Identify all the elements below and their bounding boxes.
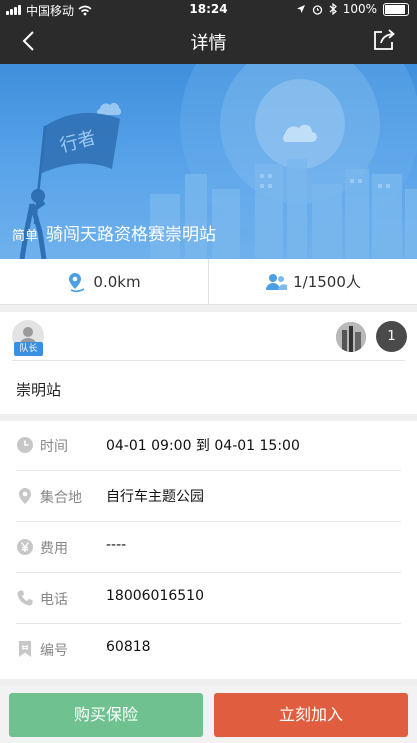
detail-label: 费用 [40, 541, 68, 557]
detail-value: 60818 [106, 639, 151, 655]
detail-label: 电话 [40, 592, 68, 608]
yen-icon [17, 539, 33, 555]
location-route-icon [69, 272, 85, 292]
members-stat: 1/1500人 [209, 259, 417, 304]
top-bar: 中国移动 18:24 100% 详情 [0, 0, 417, 64]
location-pin-icon [19, 488, 31, 504]
bluetooth-icon [329, 3, 337, 15]
clock-icon [17, 437, 33, 453]
status-bar: 中国移动 18:24 100% [0, 0, 417, 18]
nav-bar: 详情 [0, 18, 417, 64]
detail-label: 编号 [40, 643, 68, 659]
details-list: 时间 04-01 09:00 到 04-01 15:00 集合地 自行车主题公园… [0, 421, 417, 679]
alarm-icon [312, 4, 322, 15]
detail-row-time: 时间 04-01 09:00 到 04-01 15:00 [0, 421, 417, 471]
bottom-action-bar: 购买保险 立刻加入 [0, 685, 417, 743]
card-divider [12, 360, 405, 361]
detail-row-meeting-point: 集合地 自行车主题公园 [0, 472, 417, 522]
group-icon [266, 273, 288, 290]
difficulty-tag: 简单 [12, 229, 39, 244]
member-photo-icon [336, 322, 366, 352]
page-title: 详情 [190, 33, 227, 54]
detail-value: ---- [106, 537, 127, 553]
distance-value: 0.0km [93, 272, 141, 291]
stats-bar: 0.0km 1/1500人 [0, 259, 417, 305]
battery-percent: 100% [342, 2, 377, 16]
members-value: 1/1500人 [293, 273, 361, 291]
team-card: 队长 1 崇明站 [0, 312, 417, 414]
detail-value[interactable]: 18006016510 [106, 588, 204, 604]
detail-row-fee: 费用 ---- [0, 523, 417, 573]
detail-value: 04-01 09:00 到 04-01 15:00 [106, 438, 300, 454]
station-name: 崇明站 [16, 381, 62, 399]
distance-stat: 0.0km [0, 259, 208, 304]
member-avatar[interactable] [336, 322, 366, 352]
detail-label: 时间 [40, 439, 68, 455]
detail-row-number: 编号 60818 [0, 625, 417, 675]
detail-label: 集合地 [40, 490, 82, 506]
leader-badge: 队长 [14, 342, 43, 356]
join-now-button[interactable]: 立刻加入 [214, 693, 408, 737]
phone-icon [17, 590, 33, 606]
detail-value: 自行车主题公园 [106, 489, 204, 505]
buy-insurance-button[interactable]: 购买保险 [9, 693, 203, 737]
share-button[interactable] [371, 27, 397, 53]
location-arrow-icon [296, 5, 305, 13]
detail-row-phone[interactable]: 电话 18006016510 [0, 574, 417, 624]
bookmark-icon [19, 641, 31, 657]
event-title: 骑闯天路资格赛崇明站 [46, 225, 217, 245]
member-count-badge[interactable]: 1 [376, 321, 407, 352]
event-banner: 行者 简单 骑闯天路资格赛崇明站 [0, 64, 417, 259]
battery-icon [383, 2, 409, 16]
